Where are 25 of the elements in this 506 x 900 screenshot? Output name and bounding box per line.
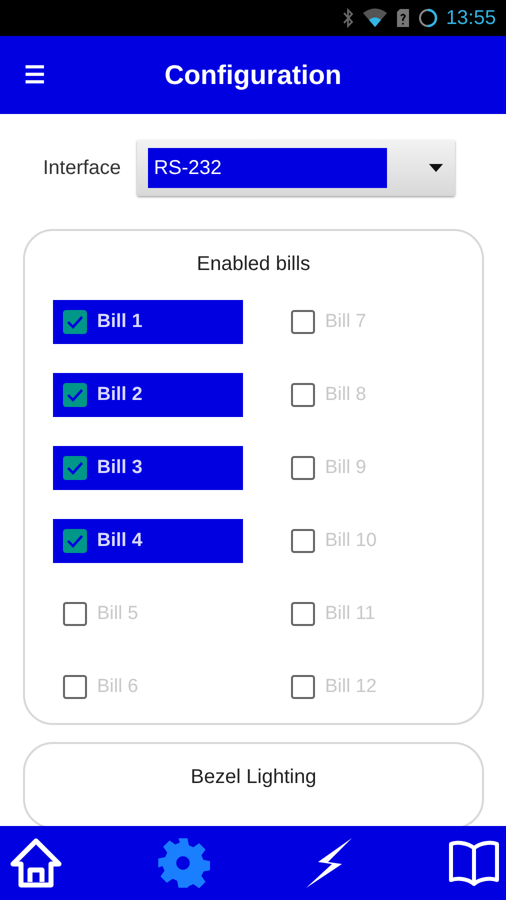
home-icon xyxy=(10,838,62,888)
page-title: Configuration xyxy=(164,60,342,90)
checkmark-icon xyxy=(66,388,84,402)
interface-dropdown[interactable]: RS-232 xyxy=(136,140,455,196)
bill-checkbox[interactable]: Bill 2 xyxy=(53,373,243,417)
checkmark-icon xyxy=(66,315,84,329)
status-time: 13:55 xyxy=(446,6,496,30)
card-title: Bezel Lighting xyxy=(190,766,316,789)
bill-checkbox[interactable]: Bill 3 xyxy=(53,446,243,490)
checkmark-icon xyxy=(66,461,84,475)
card-title: Enabled bills xyxy=(196,253,310,276)
wifi-icon xyxy=(362,8,388,28)
menu-button[interactable]: ☰ xyxy=(24,60,46,90)
bill-checkbox[interactable]: Bill 1 xyxy=(53,300,243,344)
interface-label: Interface xyxy=(43,156,121,180)
bluetooth-icon xyxy=(342,8,354,28)
nav-button[interactable] xyxy=(10,838,62,888)
sim-card-icon xyxy=(396,8,410,28)
caret-icon xyxy=(428,164,443,172)
bill-checkbox[interactable]: Bill 4 xyxy=(53,519,243,563)
book-icon xyxy=(448,840,500,886)
settings-icon xyxy=(156,836,210,890)
checkmark-icon xyxy=(66,534,84,548)
nav-button[interactable] xyxy=(448,840,500,886)
battery-ring-icon xyxy=(418,8,438,28)
